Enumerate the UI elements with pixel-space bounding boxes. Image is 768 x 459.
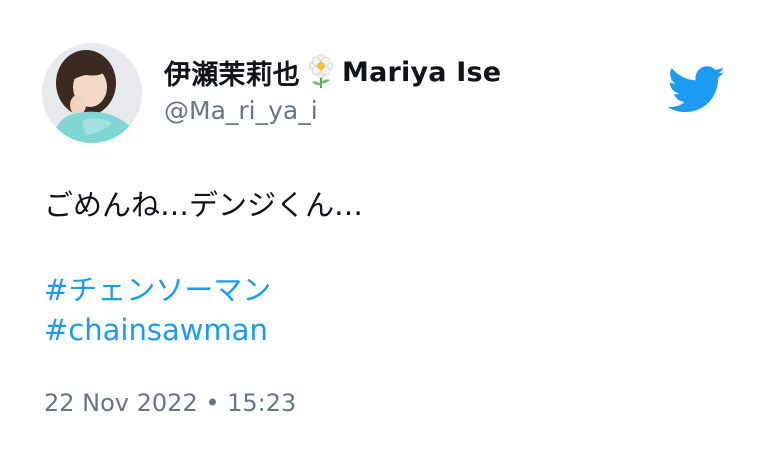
user-handle[interactable]: @Ma_ri_ya_i (164, 96, 318, 125)
hashtag-link[interactable]: #チェンソーマン (44, 267, 271, 309)
twitter-bird-icon[interactable] (667, 66, 726, 114)
tweet-card: 伊瀬茉莉也 Mariya Ise @Ma_ri_ya_i ごめんね…デンジくん…… (0, 0, 768, 459)
hashtag-link[interactable]: #chainsawman (44, 313, 268, 347)
white-flower-icon (306, 54, 336, 90)
display-name-latin[interactable]: Mariya Ise (342, 57, 501, 88)
display-name[interactable]: 伊瀬茉莉也 (164, 53, 300, 92)
tweet-text: ごめんね…デンジくん… (44, 188, 364, 222)
author-name-row[interactable]: 伊瀬茉莉也 Mariya Ise (164, 52, 501, 92)
avatar[interactable] (42, 43, 142, 143)
tweet-timestamp[interactable]: 22 Nov 2022 • 15:23 (44, 389, 296, 417)
